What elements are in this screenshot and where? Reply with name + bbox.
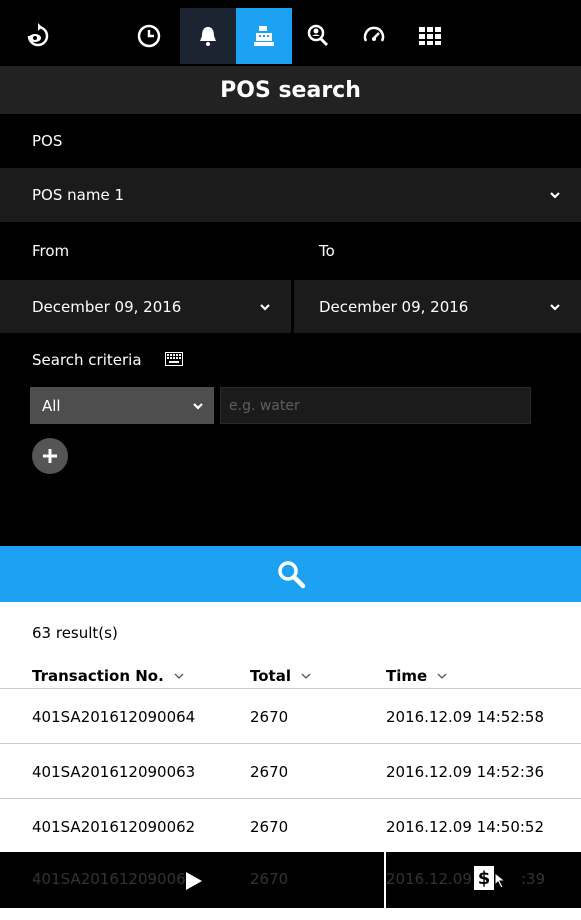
table-row[interactable]: 401SA201612090063 2670 2016.12.09 14:52:… [0, 743, 581, 800]
play-icon[interactable] [186, 872, 202, 890]
criteria-type-value: All [42, 396, 61, 415]
transaction-total: 2670 [250, 708, 289, 726]
transaction-number: 401SA201612090064 [32, 708, 196, 726]
search-person-icon[interactable] [290, 8, 346, 64]
transaction-time: 2016.12.09 14:52:36 [386, 763, 545, 781]
transaction-total: 2670 [250, 818, 289, 836]
app-root: POS search POS POS name 1 From To Decemb… [0, 0, 581, 920]
top-toolbar [0, 0, 581, 67]
from-date-value: December 09, 2016 [32, 297, 182, 316]
criteria-type-select[interactable]: All [30, 387, 214, 424]
search-icon [277, 561, 305, 589]
back-rotate-icon[interactable] [10, 8, 66, 64]
bottom-strip [0, 908, 581, 920]
transaction-number: 401SA201612090063 [32, 763, 196, 781]
chevron-down-icon [174, 673, 184, 679]
to-label: To [319, 242, 335, 260]
column-header-label: Total [250, 667, 291, 685]
chevron-down-icon [260, 303, 270, 311]
divider [384, 852, 386, 908]
from-date-select[interactable]: December 09, 2016 [0, 280, 291, 333]
transaction-time: 2016.12.09 14:50:52 [386, 818, 545, 836]
transaction-time: 2016.12.09 [386, 870, 472, 888]
clock-icon[interactable] [121, 8, 177, 64]
column-header-label: Time [386, 667, 428, 685]
gauge-icon[interactable] [346, 8, 402, 64]
chevron-down-icon [550, 303, 560, 311]
pos-select[interactable]: POS name 1 [0, 168, 581, 222]
transaction-number: 401SA20161209006 [32, 870, 186, 888]
transaction-time: :39 [521, 870, 546, 888]
pos-select-value: POS name 1 [32, 186, 124, 204]
column-header-label: Transaction No. [32, 667, 164, 685]
transaction-total: 2670 [250, 763, 289, 781]
from-label: From [32, 242, 70, 260]
table-row[interactable]: 401SA201612090064 2670 2016.12.09 14:52:… [0, 688, 581, 745]
bell-icon[interactable] [180, 8, 236, 64]
cursor-icon [494, 872, 507, 889]
search-criteria-label: Search criteria [32, 351, 142, 369]
transaction-total: 2670 [250, 870, 289, 888]
result-count: 63 result(s) [32, 624, 118, 642]
chevron-down-icon [550, 192, 560, 199]
page-title: POS search [0, 66, 581, 114]
plus-icon [43, 449, 57, 463]
pos-label: POS [32, 132, 63, 150]
add-criteria-button[interactable] [32, 438, 68, 474]
chevron-down-icon [437, 673, 447, 679]
receipt-dollar-icon[interactable]: $ [474, 866, 494, 890]
search-button[interactable] [0, 546, 581, 602]
chevron-down-icon [301, 673, 311, 679]
grid-icon[interactable] [402, 8, 458, 64]
transaction-time: 2016.12.09 14:52:58 [386, 708, 545, 726]
transaction-number: 401SA201612090062 [32, 818, 196, 836]
to-date-select[interactable]: December 09, 2016 [294, 280, 581, 333]
keyboard-icon[interactable] [165, 352, 183, 366]
chevron-down-icon [193, 402, 203, 410]
to-date-value: December 09, 2016 [319, 297, 469, 316]
criteria-text-input[interactable] [220, 387, 531, 424]
cash-register-icon[interactable] [236, 8, 292, 64]
table-row[interactable]: 401SA201612090062 2670 2016.12.09 14:50:… [0, 798, 581, 855]
